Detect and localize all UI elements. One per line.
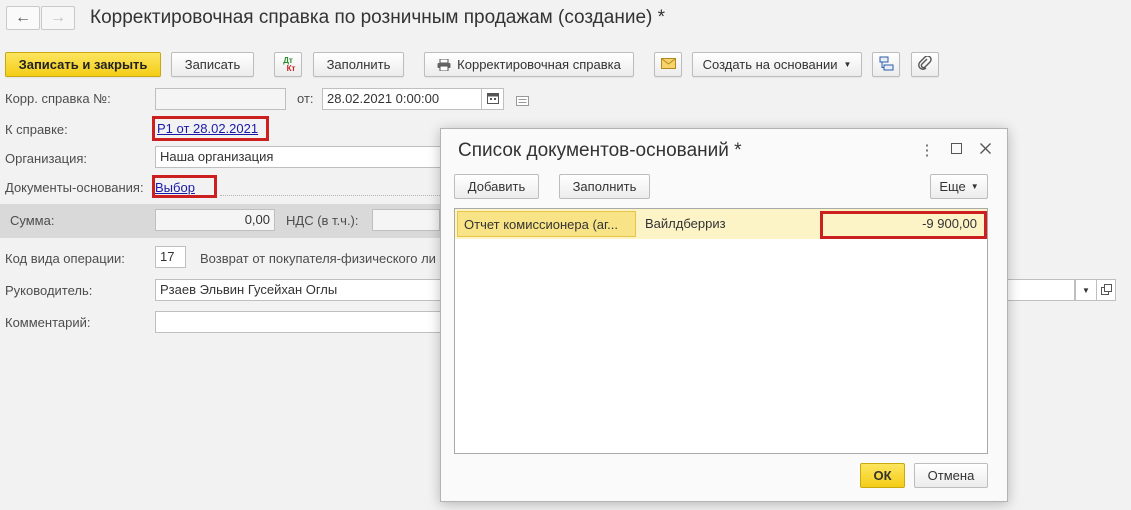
highlight-base-docs: [152, 175, 217, 198]
paperclip-icon: [918, 54, 932, 74]
sum-label: Сумма:: [10, 213, 55, 228]
email-button[interactable]: [654, 52, 682, 77]
attach-button[interactable]: [911, 52, 939, 77]
date-field[interactable]: 28.02.2021 0:00:00: [322, 88, 482, 110]
maximize-icon[interactable]: [948, 141, 964, 158]
structure-icon: [879, 56, 894, 74]
highlight-to-ref: [152, 116, 269, 141]
base-docs-divider: [220, 195, 440, 196]
calendar-icon: [486, 92, 499, 107]
page-title: Корректировочная справка по розничным пр…: [90, 7, 666, 28]
ok-button[interactable]: ОК: [860, 463, 905, 488]
dialog-title: Список документов-оснований *: [458, 140, 742, 161]
list-icon[interactable]: [516, 94, 529, 109]
more-label: Еще: [939, 179, 966, 194]
corr-number-field[interactable]: [155, 88, 286, 110]
director-open-button[interactable]: [1096, 279, 1116, 301]
more-button[interactable]: Еще ▼: [930, 174, 988, 199]
director-dropdown-button[interactable]: ▼: [1075, 279, 1097, 301]
comment-field[interactable]: [155, 311, 441, 333]
add-button[interactable]: Добавить: [454, 174, 539, 199]
back-button[interactable]: ←: [6, 6, 40, 30]
corr-number-label: Корр. справка №:: [5, 91, 111, 106]
to-ref-label: К справке:: [5, 122, 68, 137]
director-label: Руководитель:: [5, 283, 93, 298]
fill-button[interactable]: Заполнить: [313, 52, 404, 77]
dropdown-arrow-icon: ▼: [970, 182, 979, 191]
save-button[interactable]: Записать: [171, 52, 254, 77]
sum-field: 0,00: [155, 209, 275, 231]
dt-kt-button[interactable]: Дт Кт: [274, 52, 302, 77]
save-and-close-button[interactable]: Записать и закрыть: [5, 52, 161, 77]
dt-kt-icon: Дт Кт: [283, 55, 296, 73]
arrow-right-icon: →: [50, 9, 66, 26]
base-docs-label: Документы-основания:: [5, 180, 144, 195]
vat-field: [372, 209, 440, 231]
create-based-on-label: Создать на основании: [702, 57, 838, 72]
org-label: Организация:: [5, 151, 88, 166]
create-based-on-button[interactable]: Создать на основании ▼: [692, 52, 862, 77]
open-window-icon: [1100, 283, 1112, 298]
director-field[interactable]: Рзаев Эльвин Гусейхан Оглы: [155, 279, 441, 301]
forward-button[interactable]: →: [41, 6, 75, 30]
cancel-button[interactable]: Отмена: [914, 463, 988, 488]
op-code-field[interactable]: 17: [155, 246, 186, 268]
counterparty-cell[interactable]: Вайлдберриз: [645, 209, 825, 239]
dropdown-arrow-icon: ▼: [1082, 285, 1090, 295]
org-field[interactable]: Наша организация: [155, 146, 455, 168]
op-code-description: Возврат от покупателя-физического ли: [200, 251, 436, 266]
calendar-button[interactable]: [481, 88, 504, 110]
dialog-fill-button[interactable]: Заполнить: [559, 174, 650, 199]
more-vert-icon[interactable]: ⋮: [919, 141, 935, 159]
vat-label: НДС (в т.ч.):: [286, 213, 359, 228]
comment-label: Комментарий:: [5, 315, 91, 330]
date-label: от:: [297, 91, 314, 106]
printer-icon: [437, 58, 451, 72]
op-code-label: Код вида операции:: [5, 251, 125, 266]
doc-cell[interactable]: Отчет комиссионера (аг...: [457, 211, 636, 237]
table-row[interactable]: Отчет комиссионера (аг... Вайлдберриз -9…: [455, 209, 987, 239]
print-correction-button[interactable]: Корректировочная справка: [424, 52, 634, 77]
director-field-tail[interactable]: [1006, 279, 1075, 301]
dropdown-arrow-icon: ▼: [843, 60, 852, 69]
close-icon[interactable]: [977, 141, 993, 158]
arrow-left-icon: ←: [15, 9, 31, 26]
envelope-icon: [660, 57, 676, 72]
print-correction-label: Корректировочная справка: [457, 57, 621, 72]
structure-button[interactable]: [872, 52, 900, 77]
highlight-amount: [820, 211, 987, 239]
base-documents-dialog: Список документов-оснований * ⋮ Добавить…: [440, 128, 1008, 502]
base-documents-table[interactable]: Отчет комиссионера (аг... Вайлдберриз -9…: [454, 208, 988, 454]
